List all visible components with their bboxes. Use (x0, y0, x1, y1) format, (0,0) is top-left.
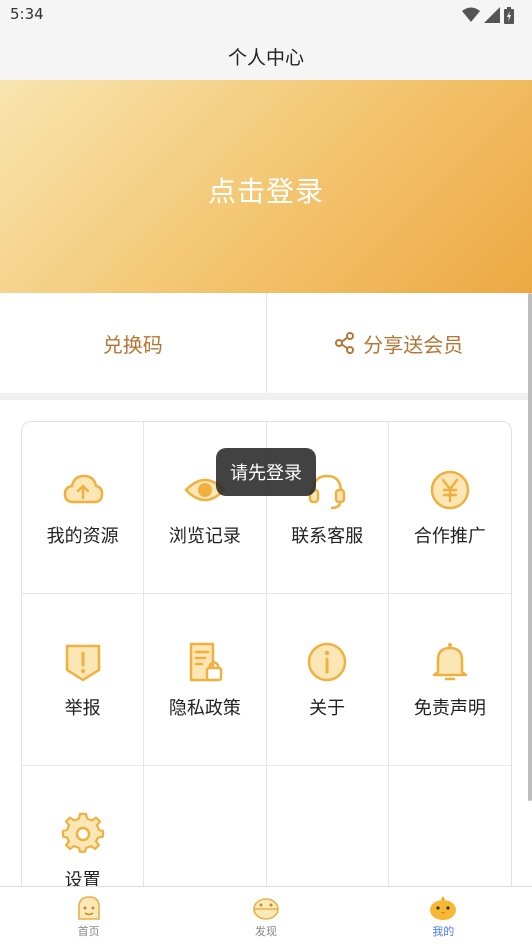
menu-item-disclaimer[interactable]: 免责声明 (388, 594, 511, 766)
menu-item-cooperation[interactable]: 合作推广 (388, 422, 511, 594)
menu-item-label: 我的资源 (46, 525, 119, 547)
signal-icon (484, 7, 500, 23)
nav-item-mine[interactable]: 我的 (355, 887, 532, 946)
share-membership-button[interactable]: 分享送会员 (265, 293, 532, 393)
mine-chick-icon (430, 895, 457, 920)
redeem-code-button[interactable]: 兑换码 (0, 293, 266, 393)
bell-icon (432, 642, 468, 680)
action-row: 兑换码 分享送会员 (0, 293, 532, 393)
cloud-upload-icon (63, 474, 103, 503)
nav-label-home: 首页 (77, 924, 100, 938)
menu-item-label: 隐私政策 (168, 697, 241, 719)
discover-face-icon (253, 897, 279, 920)
share-membership-label: 分享送会员 (363, 332, 464, 357)
status-bar: 5:34 (0, 0, 532, 30)
menu-grid: 我的资源 浏览记录 联系客服 合作推广 举报 隐私政策 关于 免责声明 设置 (22, 422, 511, 938)
page-title: 个人中心 (227, 47, 304, 69)
nav-item-home[interactable]: 首页 (0, 887, 177, 946)
nav-label-mine: 我的 (432, 924, 455, 938)
info-icon (307, 642, 347, 681)
login-banner[interactable]: 点击登录 (0, 80, 532, 293)
bottom-nav: 首页 发现 我的 (0, 886, 532, 946)
home-face-icon (77, 895, 100, 920)
section-divider (0, 393, 532, 400)
status-time: 5:34 (10, 5, 44, 23)
share-icon (335, 332, 355, 354)
menu-item-label: 免责声明 (413, 697, 486, 719)
scrollbar[interactable] (528, 293, 532, 801)
privacy-document-icon (189, 642, 223, 681)
menu-item-privacy-policy[interactable]: 隐私政策 (144, 594, 267, 766)
report-shield-icon (65, 644, 100, 681)
menu-item-label: 浏览记录 (168, 525, 241, 547)
menu-item-report[interactable]: 举报 (22, 594, 145, 766)
yen-coin-icon (430, 470, 470, 509)
nav-label-discover: 发现 (254, 924, 277, 938)
menu-item-label: 关于 (309, 697, 346, 719)
menu-item-label: 联系客服 (291, 525, 364, 547)
menu-item-label: 举报 (64, 697, 101, 719)
status-icons (462, 5, 514, 25)
app-header: 个人中心 (0, 30, 532, 80)
wifi-icon (462, 7, 480, 22)
menu-item-my-resources[interactable]: 我的资源 (22, 422, 145, 594)
menu-item-label: 合作推广 (413, 525, 486, 547)
redeem-code-label: 兑换码 (102, 332, 163, 357)
menu-item-about[interactable]: 关于 (266, 594, 389, 766)
login-button[interactable]: 点击登录 (0, 170, 532, 210)
gear-icon (61, 812, 104, 853)
nav-item-discover[interactable]: 发现 (177, 887, 354, 946)
menu-grid-card: 我的资源 浏览记录 联系客服 合作推广 举报 隐私政策 关于 免责声明 设置 (21, 421, 512, 941)
toast-message: 请先登录 (216, 448, 316, 496)
battery-icon (504, 6, 514, 24)
